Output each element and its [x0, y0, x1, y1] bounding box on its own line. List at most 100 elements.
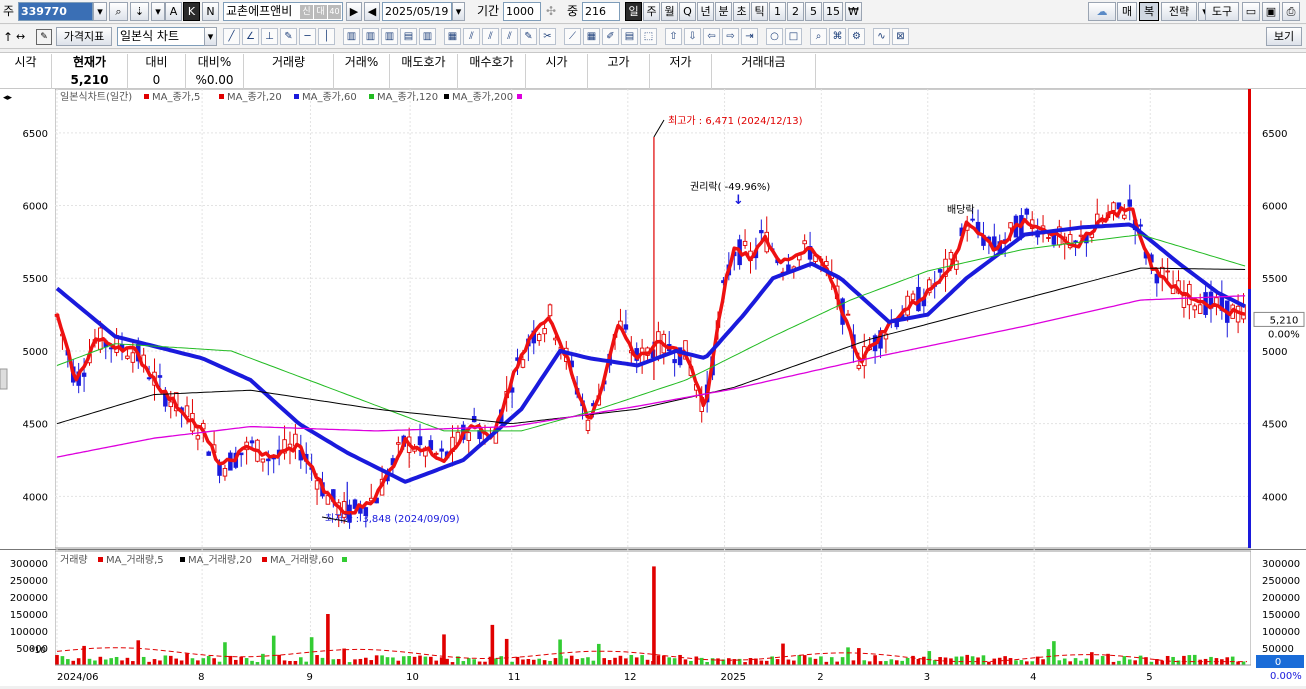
period-input[interactable]: 1000	[503, 2, 541, 21]
multi-button[interactable]: 복	[1139, 2, 1159, 21]
candle-body	[1122, 214, 1127, 219]
volume-bar	[1100, 656, 1105, 665]
strategy-button[interactable]: 전략	[1161, 2, 1197, 21]
chart-type-select[interactable]: 일본식 차트	[117, 27, 205, 46]
fibo-fan-icon[interactable]: ▥	[362, 28, 379, 45]
volume-bar	[727, 658, 731, 665]
save-icon[interactable]: ▣	[1262, 2, 1280, 21]
hline-icon[interactable]: ─	[299, 28, 316, 45]
interval-2-button[interactable]: 2	[787, 2, 804, 21]
edit-icon[interactable]: ✎	[36, 29, 52, 45]
settings-icon[interactable]: ⚙	[848, 28, 865, 45]
volume-bar	[662, 655, 666, 665]
price-legend-item: MA_종가,5	[152, 91, 200, 103]
mode-k-button[interactable]: K	[183, 2, 200, 21]
sort-icon[interactable]: ⇣	[130, 2, 149, 21]
wave-icon[interactable]: ∿	[873, 28, 890, 45]
circle-icon[interactable]: ○	[766, 28, 783, 45]
interval-1-button[interactable]: 1	[769, 2, 786, 21]
current-price-pct: 0.00%	[1268, 329, 1300, 340]
channel-icon[interactable]: ⫽	[463, 28, 480, 45]
vline-icon[interactable]: │	[318, 28, 335, 45]
period-quarter-button[interactable]: Q	[679, 2, 696, 21]
stock-code-input[interactable]: 339770	[18, 2, 93, 21]
volume-bar	[1079, 660, 1083, 665]
interval-5-button[interactable]: 5	[805, 2, 822, 21]
period-week-button[interactable]: 주	[643, 2, 660, 21]
price-legend-title: 일본식차트(일간)	[60, 91, 132, 103]
volume-tick-left: 300000	[10, 559, 48, 570]
candle-body	[1078, 234, 1084, 237]
regression-icon[interactable]: ⫽	[501, 28, 518, 45]
period-month-button[interactable]: 월	[661, 2, 678, 21]
buy-button[interactable]: 매	[1117, 2, 1137, 21]
won-icon[interactable]: ₩	[845, 2, 862, 21]
volume-bar	[93, 660, 97, 665]
cycle-icon[interactable]: ▥	[419, 28, 436, 45]
fibo-icon[interactable]: ▥	[343, 28, 360, 45]
zoom-icon[interactable]: ⌕	[810, 28, 827, 45]
play-icon[interactable]: ▶	[346, 2, 362, 21]
volume-bar	[206, 656, 211, 665]
price-index-button[interactable]: 가격지표	[56, 27, 112, 46]
sort-dropdown-icon[interactable]: ▾	[151, 2, 165, 21]
gann-icon[interactable]: ▥	[381, 28, 398, 45]
angle-icon[interactable]: ∠	[242, 28, 259, 45]
move-down-icon[interactable]: ⇩	[684, 28, 701, 45]
zoom-icon[interactable]: ✣	[546, 4, 556, 19]
period-tick-button[interactable]: 틱	[751, 2, 768, 21]
cloud-icon[interactable]: ☁	[1088, 2, 1116, 21]
count-input[interactable]: 216	[582, 2, 620, 21]
select-icon[interactable]: ⬚	[640, 28, 657, 45]
color-icon[interactable]: ▦	[583, 28, 600, 45]
print-icon[interactable]: ⎙	[1282, 2, 1300, 21]
view-button[interactable]: 보기	[1266, 27, 1302, 46]
chart-type-dropdown-icon[interactable]: ▾	[204, 27, 217, 46]
period-minute-button[interactable]: 분	[715, 2, 732, 21]
volume-bar	[835, 661, 839, 665]
volume-bar	[472, 659, 476, 665]
folder-icon[interactable]: ▭	[1242, 2, 1260, 21]
quote-value-2: 0	[128, 71, 186, 89]
move-right-icon[interactable]: ⇨	[722, 28, 739, 45]
quote-value-3: %0.00	[186, 71, 244, 89]
ray-icon[interactable]: ⟋	[564, 28, 581, 45]
text-icon[interactable]: ▤	[621, 28, 638, 45]
move-up-icon[interactable]: ⇧	[665, 28, 682, 45]
quote-header-10: 저가	[650, 54, 712, 71]
period-day-button[interactable]: 일	[625, 2, 642, 21]
volume-bar	[569, 655, 574, 665]
tools-button[interactable]: 도구	[1205, 2, 1239, 21]
pencil-icon[interactable]: ✎	[280, 28, 297, 45]
search-icon[interactable]: ⌕	[109, 2, 128, 21]
period-second-button[interactable]: 초	[733, 2, 750, 21]
back-icon[interactable]: ◀	[364, 2, 380, 21]
grid-icon[interactable]: ▤	[400, 28, 417, 45]
move-left-icon[interactable]: ⇦	[703, 28, 720, 45]
perp-icon[interactable]: ⊥	[261, 28, 278, 45]
up-arrow-icon[interactable]: ↑	[3, 30, 13, 44]
shortcut-icon[interactable]: ⌘	[829, 28, 846, 45]
volume-bar	[342, 648, 346, 665]
parallel-icon[interactable]: ⫽	[482, 28, 499, 45]
period-year-button[interactable]: 년	[697, 2, 714, 21]
volume-bar	[1014, 660, 1018, 665]
code-dropdown-icon[interactable]: ▾	[93, 2, 107, 21]
box-icon[interactable]: ▦	[444, 28, 461, 45]
draw-icon[interactable]: ✎	[520, 28, 537, 45]
volume-bar	[640, 655, 644, 665]
rect-icon[interactable]: □	[785, 28, 802, 45]
expand-icon[interactable]: ↔	[16, 30, 25, 43]
marker-icon[interactable]: ✐	[602, 28, 619, 45]
date-dropdown-icon[interactable]: ▾	[452, 2, 465, 21]
mode-n-button[interactable]: N	[202, 2, 219, 21]
delete-icon[interactable]: ⊠	[892, 28, 909, 45]
mode-a-button[interactable]: A	[165, 2, 182, 21]
extend-icon[interactable]: ⇥	[741, 28, 758, 45]
trendline-icon[interactable]: ╱	[223, 28, 240, 45]
chart-svg[interactable]: 6500 65006000 60005500 55005000 50004500 4500…	[0, 88, 1306, 686]
interval-15-button[interactable]: 15	[823, 2, 843, 21]
date-field[interactable]: 2025/05/19	[382, 2, 452, 21]
cut-icon[interactable]: ✂	[539, 28, 556, 45]
quote-header-11: 거래대금	[712, 54, 816, 71]
